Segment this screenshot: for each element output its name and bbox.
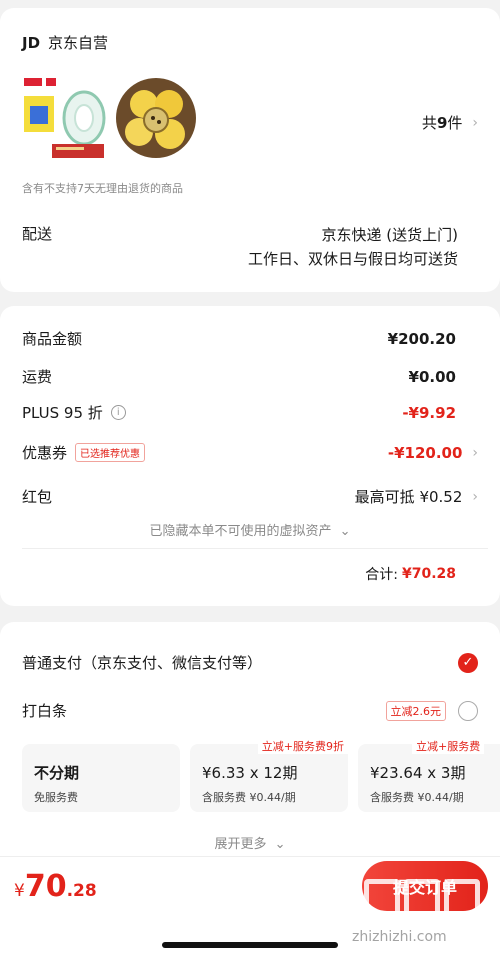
normal-payment-option[interactable]: 普通支付（京东支付、微信支付等） ✓ bbox=[22, 652, 478, 673]
plus-discount-value: -¥9.92 bbox=[402, 403, 456, 422]
jd-logo: JD bbox=[22, 33, 41, 52]
footer-bar: ¥ 70 .28 提交订单 zhizhizhi.com bbox=[0, 856, 500, 957]
goods-count-number: 9 bbox=[436, 113, 448, 132]
installment-sub: 含服务费 ¥0.44/期 bbox=[370, 791, 464, 804]
footer-price-dec: .28 bbox=[66, 881, 97, 901]
baitiao-label: 打白条 bbox=[22, 702, 68, 720]
redpacket-row[interactable]: 红包 最高可抵 ¥0.52 › bbox=[22, 486, 478, 507]
coupon-recommended-tag: 已选推荐优惠 bbox=[75, 443, 146, 462]
delivery-label: 配送 bbox=[22, 225, 53, 243]
footer-price: ¥ 70 .28 bbox=[14, 869, 97, 904]
delivery-method: 京东快递 (送货上门) bbox=[321, 226, 458, 244]
footer-price-symbol: ¥ bbox=[14, 881, 25, 901]
expand-more-button[interactable]: 展开更多 ⌄ bbox=[0, 833, 500, 852]
radio-unchecked-icon[interactable] bbox=[458, 700, 478, 721]
info-icon[interactable]: i bbox=[110, 405, 126, 420]
total-value: ¥70.28 bbox=[401, 566, 456, 582]
installment-main: 不分期 bbox=[34, 764, 80, 782]
chevron-down-icon: ⌄ bbox=[274, 837, 286, 852]
baitiao-discount-tag: 立减2.6元 bbox=[385, 700, 446, 721]
total-label: 合计: bbox=[365, 567, 398, 583]
freight-row: 运费 ¥0.00 bbox=[22, 366, 478, 387]
product-image-passion-fruit bbox=[114, 74, 198, 162]
footer-price-int: 70 bbox=[24, 869, 67, 904]
installment-option-12[interactable]: 立减+服务费9折 ¥6.33 x 12期 含服务费 ¥0.44/期 bbox=[190, 738, 348, 812]
checked-icon[interactable]: ✓ bbox=[458, 652, 478, 673]
installment-sub: 免服务费 bbox=[34, 791, 78, 804]
total-row: 合计: ¥70.28 bbox=[365, 564, 456, 584]
watermark-logo bbox=[352, 875, 492, 927]
baitiao-option[interactable]: 打白条 立减2.6元 bbox=[22, 700, 478, 721]
hidden-assets-text: 已隐藏本单不可使用的虚拟资产 bbox=[149, 524, 332, 539]
summary-divider bbox=[22, 548, 488, 549]
store-card: JD 京东自营 共 9 件 › 含有不支持7天无理由退货的商品 配送 京东快递 … bbox=[0, 8, 500, 292]
chevron-down-icon: ⌄ bbox=[339, 524, 351, 539]
goods-amount-row: 商品金额 ¥200.20 bbox=[22, 328, 478, 349]
product-image-tape bbox=[22, 74, 110, 162]
home-indicator bbox=[162, 942, 338, 948]
installment-main: ¥23.64 x 3期 bbox=[370, 764, 466, 782]
delivery-info[interactable]: 京东快递 (送货上门) 工作日、双休日与假日均可送货 bbox=[248, 223, 458, 271]
chevron-right-icon: › bbox=[472, 444, 478, 461]
goods-count-suffix: 件 bbox=[447, 114, 463, 132]
hidden-assets-toggle[interactable]: 已隐藏本单不可使用的虚拟资产 ⌄ bbox=[0, 520, 500, 539]
price-summary-card: 商品金额 ¥200.20 运费 ¥0.00 PLUS 95 折 i -¥9.92… bbox=[0, 306, 500, 606]
chevron-right-icon: › bbox=[472, 488, 478, 505]
goods-count-prefix: 共 bbox=[421, 114, 437, 132]
goods-count: 共 9 件 › bbox=[422, 112, 478, 133]
store-header: JD 京东自营 bbox=[22, 32, 108, 53]
goods-amount-label: 商品金额 bbox=[22, 330, 83, 348]
coupon-row[interactable]: 优惠券 已选推荐优惠 -¥120.00 › bbox=[22, 442, 478, 463]
installment-badge: 立减+服务费9折 bbox=[257, 738, 348, 754]
goods-amount-value: ¥200.20 bbox=[387, 329, 456, 348]
watermark-text: zhizhizhi.com bbox=[352, 929, 447, 945]
delivery-time: 工作日、双休日与假日均可送货 bbox=[247, 250, 458, 268]
store-name: 京东自营 bbox=[48, 34, 109, 52]
expand-more-label: 展开更多 bbox=[214, 837, 267, 852]
normal-payment-label: 普通支付（京东支付、微信支付等） bbox=[22, 654, 263, 672]
coupon-value: -¥120.00 bbox=[387, 443, 463, 462]
coupon-label: 优惠券 bbox=[22, 444, 68, 462]
installment-sub: 含服务费 ¥0.44/期 bbox=[202, 791, 296, 804]
freight-value: ¥0.00 bbox=[408, 367, 456, 386]
redpacket-label: 红包 bbox=[22, 488, 53, 506]
installment-badge: 立减+服务费 bbox=[412, 738, 485, 754]
plus-discount-label: PLUS 95 折 bbox=[22, 404, 103, 422]
installment-option-none[interactable]: 不分期 免服务费 bbox=[22, 744, 180, 812]
installment-option-3[interactable]: 立减+服务费 ¥23.64 x 3期 含服务费 ¥0.44/期 bbox=[358, 738, 500, 812]
goods-list[interactable]: 共 9 件 › bbox=[22, 70, 478, 166]
return-notice: 含有不支持7天无理由退货的商品 bbox=[22, 182, 183, 195]
redpacket-value: 最高可抵 ¥0.52 bbox=[354, 488, 463, 506]
chevron-right-icon: › bbox=[472, 114, 478, 131]
freight-label: 运费 bbox=[22, 368, 53, 386]
plus-discount-row: PLUS 95 折 i -¥9.92 bbox=[22, 402, 478, 423]
installment-main: ¥6.33 x 12期 bbox=[202, 764, 298, 782]
